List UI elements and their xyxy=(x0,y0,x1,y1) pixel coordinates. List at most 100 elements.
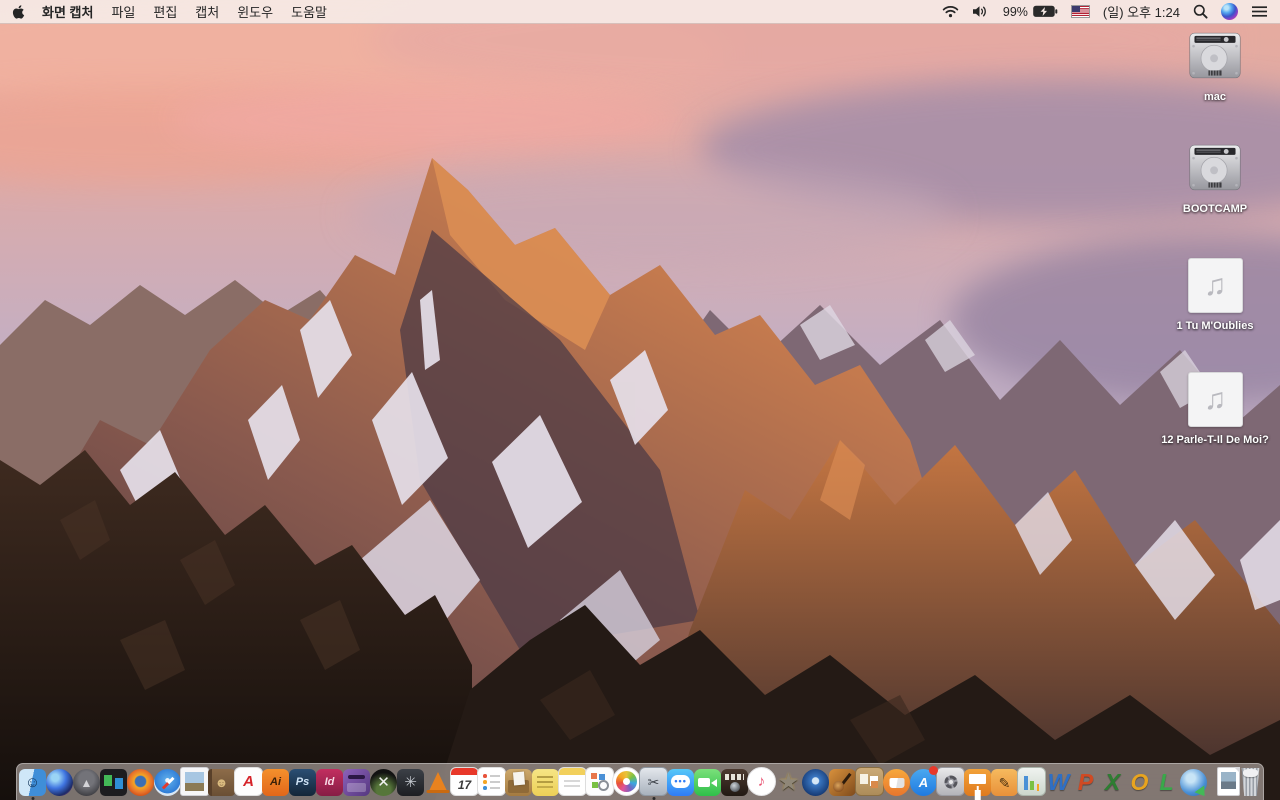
desktop-icon-label: 12 Parle-T-Il De Moi? xyxy=(1161,434,1269,446)
acrobat-icon: A xyxy=(234,767,263,796)
battery-status[interactable]: 99% xyxy=(1003,5,1058,19)
illustrator-icon: Ai xyxy=(262,769,289,796)
excel-icon: X xyxy=(1104,769,1121,795)
siri-icon xyxy=(46,769,73,796)
dock-item-firefox[interactable] xyxy=(127,766,154,796)
desktop-icon-audio-1[interactable]: ♫ 1 Tu M'Oublies xyxy=(1153,258,1277,334)
menu-item-4[interactable]: 도움말 xyxy=(291,2,327,21)
dock-item-displays[interactable] xyxy=(100,766,127,796)
dock-item-launchpad[interactable]: ▲ xyxy=(73,766,100,796)
audio-file-icon: ♫ xyxy=(1187,258,1243,313)
dock-item-garageband[interactable] xyxy=(829,766,856,796)
dock-item-safari[interactable] xyxy=(154,766,181,796)
outlook-icon: O xyxy=(1130,769,1149,795)
keynote-icon xyxy=(964,769,991,796)
dock-item-excel[interactable]: X xyxy=(1099,766,1126,796)
messages-icon: ••• xyxy=(667,769,694,796)
desktop-icon-mac[interactable]: mac xyxy=(1153,32,1277,105)
dock-item-lync[interactable]: L xyxy=(1153,766,1180,796)
dock-item-corkboard[interactable] xyxy=(855,766,884,796)
dock-item-x-app[interactable]: ✕ xyxy=(370,766,397,796)
dock-item-photoshop[interactable]: Ps xyxy=(289,766,316,796)
spotlight-search-icon[interactable] xyxy=(1193,4,1208,19)
menu-item-0[interactable]: 파일 xyxy=(111,2,135,21)
dock-item-system-preferences[interactable] xyxy=(936,766,965,796)
us-flag-input-source-icon[interactable] xyxy=(1070,5,1090,18)
app-store-badge xyxy=(929,766,938,775)
idvd-icon xyxy=(802,769,829,796)
safari-icon xyxy=(154,769,181,796)
dock-item-reminders[interactable] xyxy=(477,766,506,796)
dock-item-idvd[interactable] xyxy=(802,766,829,796)
dock-item-outlook[interactable]: O xyxy=(1126,766,1153,796)
screenshot-file-icon xyxy=(1217,767,1240,796)
desktop-icon-bootcamp[interactable]: BOOTCAMP xyxy=(1153,144,1277,217)
dock-item-siri[interactable] xyxy=(46,766,73,796)
hard-drive-icon xyxy=(1187,144,1243,196)
dock-item-msn-globe[interactable] xyxy=(1180,766,1207,796)
photos-icon xyxy=(612,767,641,796)
dock-item-illustrator[interactable]: Ai xyxy=(262,766,289,796)
dock-item-keynote[interactable] xyxy=(964,766,991,796)
dock-item-notes[interactable] xyxy=(558,766,587,796)
apple-menu[interactable] xyxy=(12,4,26,20)
finder-icon: ☺ xyxy=(19,769,46,796)
dock-item-screenshot-file[interactable] xyxy=(1217,766,1240,796)
menu-item-3[interactable]: 윈도우 xyxy=(237,2,273,21)
notification-center-icon[interactable] xyxy=(1251,5,1268,18)
numbers-icon xyxy=(1017,767,1046,796)
launchpad-icon: ▲ xyxy=(73,769,100,796)
notes-icon xyxy=(558,767,587,796)
displays-icon xyxy=(100,769,127,796)
siri-icon[interactable] xyxy=(1221,3,1238,20)
dock-item-finder[interactable]: ☺ xyxy=(19,766,46,800)
pages-icon: ✎ xyxy=(991,769,1018,796)
dock-item-messages[interactable]: ••• xyxy=(667,766,694,796)
audio-file-icon: ♫ xyxy=(1187,372,1243,427)
menu-bar-status-area: 99% (일) 오후 1:24 xyxy=(942,2,1268,21)
dock-item-fan-utility[interactable]: ✳ xyxy=(397,766,424,796)
word-icon: W xyxy=(1047,769,1070,795)
volume-icon[interactable] xyxy=(972,5,990,18)
dock-item-itunes[interactable]: ♪ xyxy=(747,766,776,796)
dock-item-vlc[interactable] xyxy=(424,766,451,796)
dock-item-photo-booth[interactable] xyxy=(721,766,748,796)
wifi-icon[interactable] xyxy=(942,5,959,18)
dock-item-toast[interactable] xyxy=(343,766,370,796)
desktop-icon-audio-12[interactable]: ♫ 12 Parle-T-Il De Moi? xyxy=(1153,372,1277,448)
dock-item-ibooks[interactable] xyxy=(883,766,910,796)
dock-item-contacts[interactable]: ☻ xyxy=(208,766,235,796)
desktop-icon-column: mac BOOTCAMP ♫ 1 Tu M'Oublies ♫ 12 Parle-T-Il… xyxy=(1150,0,1280,760)
apple-logo-icon xyxy=(12,4,25,19)
dock-item-calendar[interactable]: 17 xyxy=(450,766,479,796)
dock-item-preview[interactable] xyxy=(180,766,209,796)
dock-item-grab[interactable]: ✂ xyxy=(639,766,668,800)
firefox-icon xyxy=(127,769,154,796)
active-app-menu-title[interactable]: 화면 캡처 xyxy=(42,2,93,21)
dock-item-pages[interactable]: ✎ xyxy=(991,766,1018,796)
system-preferences-icon xyxy=(936,767,965,796)
battery-percent-label: 99% xyxy=(1002,4,1028,19)
dock-item-unarchiver[interactable] xyxy=(505,766,532,796)
dock-item-powerpoint[interactable]: P xyxy=(1072,766,1099,796)
dock-item-facetime[interactable] xyxy=(694,766,721,796)
dock-item-trash[interactable] xyxy=(1240,766,1261,796)
garageband-icon xyxy=(829,769,856,796)
dock-item-word[interactable]: W xyxy=(1045,766,1072,796)
dock-item-doc-tools[interactable] xyxy=(585,766,614,796)
dock-item-numbers[interactable] xyxy=(1017,766,1046,796)
desktop-icon-label: BOOTCAMP xyxy=(1182,203,1248,215)
dock-item-app-store[interactable]: A xyxy=(910,766,938,796)
dock-item-indesign[interactable]: Id xyxy=(316,766,343,796)
menu-item-2[interactable]: 캡처 xyxy=(195,2,219,21)
dock-item-acrobat[interactable]: A xyxy=(234,766,263,796)
x-app-icon: ✕ xyxy=(370,769,397,796)
facetime-icon xyxy=(694,769,721,796)
lync-icon: L xyxy=(1159,769,1174,795)
menu-bar-clock[interactable]: (일) 오후 1:24 xyxy=(1103,2,1180,21)
menu-item-1[interactable]: 편집 xyxy=(153,2,177,21)
dock-item-stickies[interactable] xyxy=(532,766,559,796)
dock-item-photos[interactable] xyxy=(612,766,641,796)
stickies-icon xyxy=(532,769,559,796)
dock-item-imovie[interactable]: ★ xyxy=(775,766,802,796)
